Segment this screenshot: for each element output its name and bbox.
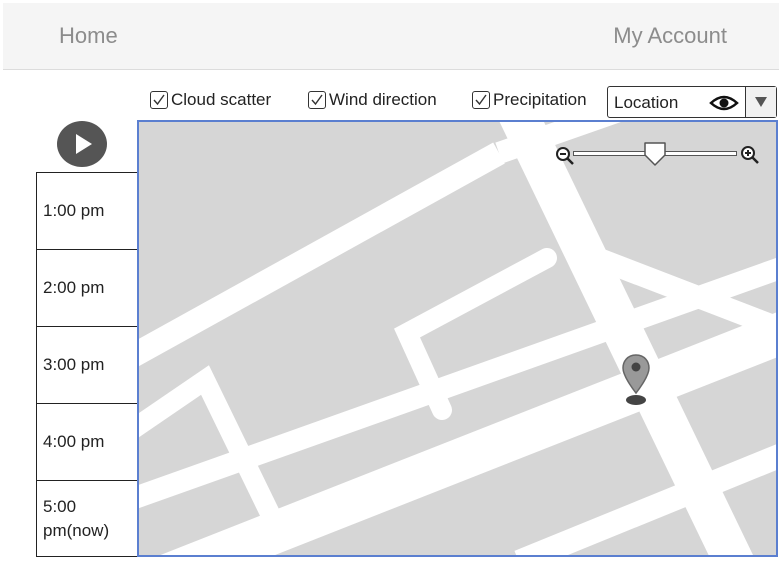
play-icon: [76, 134, 92, 154]
checkmark-icon: [153, 94, 165, 106]
wind-direction-checkbox[interactable]: Wind direction: [308, 89, 437, 111]
chevron-down-icon: [755, 97, 767, 107]
time-slot-5pm-now[interactable]: 5:00 pm(now): [37, 481, 137, 556]
play-button[interactable]: [57, 121, 107, 167]
top-navigation-bar: Home My Account: [3, 3, 779, 70]
location-value: Location: [614, 93, 679, 112]
timeline-list: 1:00 pm 2:00 pm 3:00 pm 4:00 pm 5:00 pm(…: [36, 172, 138, 557]
precipitation-checkbox[interactable]: Precipitation: [472, 89, 587, 111]
map-roads: [139, 122, 776, 555]
location-dropdown-button[interactable]: [745, 87, 776, 117]
road: [139, 142, 505, 367]
checkbox-box[interactable]: [308, 91, 326, 109]
time-slot-1pm[interactable]: 1:00 pm: [37, 173, 137, 250]
zoom-slider-thumb[interactable]: [643, 141, 667, 167]
weather-map-app: Home My Account Cloud scatter Wind direc…: [0, 0, 782, 564]
eye-icon[interactable]: [709, 93, 739, 113]
map-pin-icon[interactable]: [620, 353, 652, 407]
zoom-out-icon[interactable]: [555, 146, 575, 166]
precipitation-label: Precipitation: [493, 90, 587, 109]
cloud-scatter-label: Cloud scatter: [171, 90, 272, 109]
time-slot-3pm[interactable]: 3:00 pm: [37, 327, 137, 404]
time-slot-4pm[interactable]: 4:00 pm: [37, 404, 137, 481]
zoom-in-icon[interactable]: [740, 145, 760, 165]
checkbox-box[interactable]: [150, 91, 168, 109]
time-slot-2pm[interactable]: 2:00 pm: [37, 250, 137, 327]
checkmark-icon: [311, 94, 323, 106]
nav-my-account-link[interactable]: My Account: [613, 23, 727, 49]
nav-home-link[interactable]: Home: [59, 23, 118, 49]
checkmark-icon: [475, 94, 487, 106]
checkbox-box[interactable]: [472, 91, 490, 109]
map-view[interactable]: [137, 120, 778, 557]
wind-direction-label: Wind direction: [329, 90, 437, 109]
location-select[interactable]: Location: [607, 86, 777, 118]
cloud-scatter-checkbox[interactable]: Cloud scatter: [150, 89, 271, 111]
